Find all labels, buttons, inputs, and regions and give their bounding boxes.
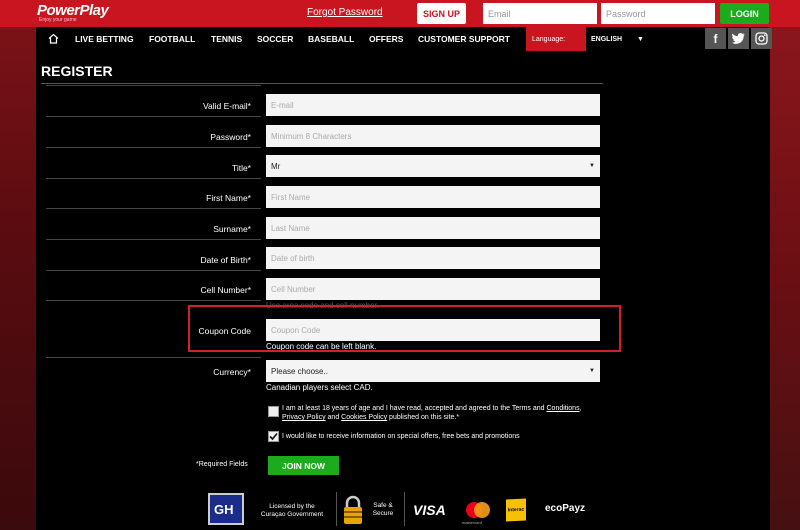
cookies-policy-link[interactable]: Cookies Policy: [341, 414, 387, 421]
login-email-input[interactable]: Email: [483, 3, 597, 24]
ecopayz-logo: ecoPayz: [545, 503, 586, 514]
nav-offers[interactable]: OFFERS: [369, 27, 403, 51]
nav-live-betting[interactable]: LIVE BETTING: [75, 27, 134, 51]
currency-label: Currency*: [213, 367, 251, 377]
logo-tagline: Enjoy your game: [39, 17, 77, 23]
row-divider: [46, 178, 261, 179]
row-divider: [46, 270, 261, 271]
nav-customer-support[interactable]: CUSTOMER SUPPORT: [418, 27, 510, 51]
cell-label: Cell Number*: [200, 285, 251, 295]
footer-divider: [404, 492, 405, 526]
top-header: PowerPlay Enjoy your game Forgot Passwor…: [0, 0, 800, 27]
password-label: Password*: [210, 132, 251, 142]
language-select[interactable]: ENGLISH: [591, 27, 622, 51]
facebook-icon[interactable]: f: [705, 28, 726, 49]
terms-text: I am at least 18 years of age and I have…: [282, 405, 582, 421]
terms-prefix: I am at least 18 years of age and I have…: [282, 405, 545, 412]
nav-soccer[interactable]: SOCCER: [257, 27, 293, 51]
title-divider: [41, 83, 603, 84]
license-line-1: Licensed by the: [269, 503, 315, 510]
row-divider: [46, 239, 261, 240]
instagram-icon[interactable]: [751, 28, 772, 49]
signup-button[interactable]: SIGN UP: [417, 3, 466, 24]
check-icon: [269, 432, 278, 441]
license-line-2: Curaçao Government: [260, 511, 324, 518]
curacao-license-logo: GH: [208, 493, 244, 525]
row-divider: [46, 208, 261, 209]
terms-suffix: published on this site.*: [389, 414, 460, 421]
safe-secure-text: Safe & Secure: [366, 502, 400, 518]
powerplay-logo[interactable]: PowerPlay Enjoy your game: [37, 2, 109, 23]
title-select-value: Mr: [271, 161, 281, 171]
cell-field[interactable]: Cell Number: [266, 278, 600, 300]
row-divider: [46, 85, 261, 86]
promo-checkbox[interactable]: [268, 431, 279, 442]
dob-field[interactable]: Date of birth: [266, 247, 600, 269]
required-note: *Required Fields: [196, 461, 248, 468]
main-nav: LIVE BETTING FOOTBALL TENNIS SOCCER BASE…: [36, 27, 770, 51]
login-button[interactable]: LOGIN: [720, 3, 769, 24]
title-label: Title*: [231, 163, 251, 173]
forgot-password-link[interactable]: Forgot Password: [307, 7, 383, 18]
promo-text: I would like to receive information on s…: [282, 433, 520, 440]
chevron-down-icon: ▼: [589, 163, 595, 169]
home-icon[interactable]: [48, 33, 59, 44]
terms-checkbox[interactable]: [268, 406, 279, 417]
chevron-down-icon[interactable]: ▼: [637, 27, 644, 51]
nav-baseball[interactable]: BASEBALL: [308, 27, 354, 51]
nav-tennis[interactable]: TENNIS: [211, 27, 242, 51]
row-divider: [46, 116, 261, 117]
nav-football[interactable]: FOOTBALL: [149, 27, 195, 51]
password-field[interactable]: Minimum 8 Characters: [266, 125, 600, 147]
email-field[interactable]: E-mail: [266, 94, 600, 116]
currency-select-value: Please choose..: [271, 366, 328, 376]
currency-hint: Canadian players select CAD.: [266, 383, 373, 392]
chevron-down-icon: ▼: [589, 368, 595, 374]
visa-logo: VISA: [413, 502, 446, 518]
language-label: Language:: [526, 27, 586, 51]
interac-logo: Interac: [506, 498, 526, 522]
first-name-label: First Name*: [206, 193, 251, 203]
privacy-policy-link[interactable]: Privacy Policy: [282, 414, 326, 421]
title-select[interactable]: Mr ▼: [266, 155, 600, 177]
mastercard-logo-icon: [466, 502, 490, 518]
background-right: [770, 27, 800, 530]
terms-conditions-link[interactable]: Conditions: [547, 405, 580, 412]
safe-line-1: Safe &: [373, 502, 393, 509]
surname-label: Surname*: [213, 224, 251, 234]
coupon-highlight-box: [188, 305, 621, 352]
twitter-icon[interactable]: [728, 28, 749, 49]
row-divider: [46, 147, 261, 148]
currency-select[interactable]: Please choose.. ▼: [266, 360, 600, 382]
dob-label: Date of Birth*: [200, 255, 251, 265]
row-divider: [46, 300, 261, 301]
safe-line-2: Secure: [372, 510, 394, 517]
background-left: [0, 27, 36, 530]
first-name-field[interactable]: First Name: [266, 186, 600, 208]
page-title: REGISTER: [41, 63, 113, 79]
email-label: Valid E-mail*: [202, 101, 251, 111]
login-password-input[interactable]: Password: [601, 3, 715, 24]
svg-text:GH: GH: [214, 502, 234, 517]
surname-field[interactable]: Last Name: [266, 217, 600, 239]
join-now-button[interactable]: JOIN NOW: [268, 456, 339, 475]
license-text: Licensed by the Curaçao Government: [252, 503, 332, 519]
footer-divider: [336, 492, 337, 526]
terms-and: and: [327, 414, 340, 421]
row-divider: [46, 357, 261, 358]
lock-icon: [344, 495, 362, 524]
mastercard-label: mastercard: [462, 520, 483, 525]
